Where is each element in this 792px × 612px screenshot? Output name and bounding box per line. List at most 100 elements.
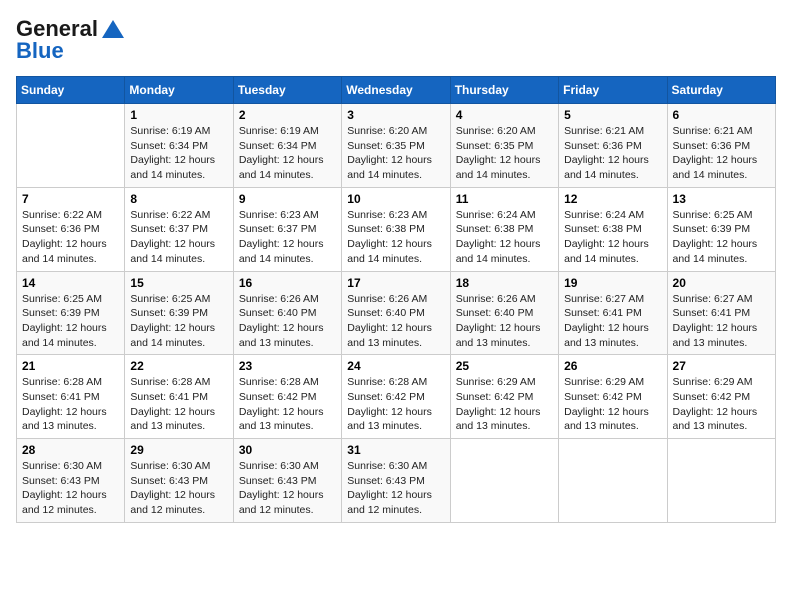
day-number: 26 xyxy=(564,359,661,373)
logo: General Blue xyxy=(16,16,124,64)
day-header-monday: Monday xyxy=(125,77,233,104)
day-number: 31 xyxy=(347,443,444,457)
day-cell: 10Sunrise: 6:23 AMSunset: 6:38 PMDayligh… xyxy=(342,187,450,271)
day-number: 22 xyxy=(130,359,227,373)
day-cell: 12 Sunrise: 6:24 AMSunset: 6:38 PMDayligh… xyxy=(559,187,667,271)
day-cell: 28 Sunrise: 6:30 AMSunset: 6:43 PMDayligh… xyxy=(17,439,125,523)
calendar-body: 1 Sunrise: 6:19 AMSunset: 6:34 PMDaylight… xyxy=(17,104,776,523)
day-number: 12 xyxy=(564,192,661,206)
day-cell: 23 Sunrise: 6:28 AMSunset: 6:42 PMDayligh… xyxy=(233,355,341,439)
day-info: Sunrise: 6:24 AMSunset: 6:38 PMDaylight:… xyxy=(456,208,553,267)
day-cell xyxy=(559,439,667,523)
day-cell: 6 Sunrise: 6:21 AMSunset: 6:36 PMDaylight… xyxy=(667,104,775,188)
day-info: Sunrise: 6:24 AMSunset: 6:38 PMDaylight:… xyxy=(564,208,661,267)
day-cell xyxy=(17,104,125,188)
day-header-sunday: Sunday xyxy=(17,77,125,104)
day-number: 19 xyxy=(564,276,661,290)
day-number: 5 xyxy=(564,108,661,122)
day-info: Sunrise: 6:19 AMSunset: 6:34 PMDaylight:… xyxy=(239,124,336,183)
day-cell: 29 Sunrise: 6:30 AMSunset: 6:43 PMDayligh… xyxy=(125,439,233,523)
day-number: 29 xyxy=(130,443,227,457)
day-number: 6 xyxy=(673,108,770,122)
day-cell: 21 Sunrise: 6:28 AMSunset: 6:41 PMDayligh… xyxy=(17,355,125,439)
day-cell: 13 Sunrise: 6:25 AMSunset: 6:39 PMDayligh… xyxy=(667,187,775,271)
day-cell: 3 Sunrise: 6:20 AMSunset: 6:35 PMDaylight… xyxy=(342,104,450,188)
week-row-1: 1 Sunrise: 6:19 AMSunset: 6:34 PMDaylight… xyxy=(17,104,776,188)
day-header-friday: Friday xyxy=(559,77,667,104)
day-info: Sunrise: 6:30 AMSunset: 6:43 PMDaylight:… xyxy=(347,459,444,518)
day-header-tuesday: Tuesday xyxy=(233,77,341,104)
day-number: 9 xyxy=(239,192,336,206)
day-number: 1 xyxy=(130,108,227,122)
day-info: Sunrise: 6:21 AMSunset: 6:36 PMDaylight:… xyxy=(673,124,770,183)
day-cell: 5 Sunrise: 6:21 AMSunset: 6:36 PMDaylight… xyxy=(559,104,667,188)
day-info: Sunrise: 6:21 AMSunset: 6:36 PMDaylight:… xyxy=(564,124,661,183)
day-info: Sunrise: 6:19 AMSunset: 6:34 PMDaylight:… xyxy=(130,124,227,183)
day-number: 13 xyxy=(673,192,770,206)
day-info: Sunrise: 6:26 AMSunset: 6:40 PMDaylight:… xyxy=(347,292,444,351)
day-number: 2 xyxy=(239,108,336,122)
day-cell: 19 Sunrise: 6:27 AMSunset: 6:41 PMDayligh… xyxy=(559,271,667,355)
day-number: 30 xyxy=(239,443,336,457)
calendar-table: SundayMondayTuesdayWednesdayThursdayFrid… xyxy=(16,76,776,523)
day-cell: 26 Sunrise: 6:29 AMSunset: 6:42 PMDayligh… xyxy=(559,355,667,439)
day-info: Sunrise: 6:20 AMSunset: 6:35 PMDaylight:… xyxy=(456,124,553,183)
day-number: 20 xyxy=(673,276,770,290)
week-row-5: 28 Sunrise: 6:30 AMSunset: 6:43 PMDayligh… xyxy=(17,439,776,523)
day-number: 14 xyxy=(22,276,119,290)
day-number: 28 xyxy=(22,443,119,457)
day-cell: 25 Sunrise: 6:29 AMSunset: 6:42 PMDayligh… xyxy=(450,355,558,439)
day-cell: 8 Sunrise: 6:22 AMSunset: 6:37 PMDaylight… xyxy=(125,187,233,271)
week-row-3: 14Sunrise: 6:25 AMSunset: 6:39 PMDayligh… xyxy=(17,271,776,355)
day-number: 16 xyxy=(239,276,336,290)
day-info: Sunrise: 6:30 AMSunset: 6:43 PMDaylight:… xyxy=(130,459,227,518)
day-cell: 9Sunrise: 6:23 AMSunset: 6:37 PMDaylight… xyxy=(233,187,341,271)
week-row-2: 7Sunrise: 6:22 AMSunset: 6:36 PMDaylight… xyxy=(17,187,776,271)
day-cell: 1 Sunrise: 6:19 AMSunset: 6:34 PMDaylight… xyxy=(125,104,233,188)
day-number: 25 xyxy=(456,359,553,373)
day-cell xyxy=(667,439,775,523)
day-info: Sunrise: 6:29 AMSunset: 6:42 PMDaylight:… xyxy=(673,375,770,434)
day-cell: 4Sunrise: 6:20 AMSunset: 6:35 PMDaylight… xyxy=(450,104,558,188)
day-cell: 24Sunrise: 6:28 AMSunset: 6:42 PMDayligh… xyxy=(342,355,450,439)
day-number: 17 xyxy=(347,276,444,290)
day-info: Sunrise: 6:28 AMSunset: 6:41 PMDaylight:… xyxy=(130,375,227,434)
day-info: Sunrise: 6:20 AMSunset: 6:35 PMDaylight:… xyxy=(347,124,444,183)
day-info: Sunrise: 6:30 AMSunset: 6:43 PMDaylight:… xyxy=(239,459,336,518)
day-number: 23 xyxy=(239,359,336,373)
day-info: Sunrise: 6:29 AMSunset: 6:42 PMDaylight:… xyxy=(564,375,661,434)
day-info: Sunrise: 6:29 AMSunset: 6:42 PMDaylight:… xyxy=(456,375,553,434)
day-number: 11 xyxy=(456,192,553,206)
day-cell: 31 Sunrise: 6:30 AMSunset: 6:43 PMDayligh… xyxy=(342,439,450,523)
day-header-thursday: Thursday xyxy=(450,77,558,104)
day-number: 8 xyxy=(130,192,227,206)
day-info: Sunrise: 6:26 AMSunset: 6:40 PMDaylight:… xyxy=(239,292,336,351)
day-cell: 16 Sunrise: 6:26 AMSunset: 6:40 PMDayligh… xyxy=(233,271,341,355)
day-cell xyxy=(450,439,558,523)
day-info: Sunrise: 6:23 AMSunset: 6:38 PMDaylight:… xyxy=(347,208,444,267)
calendar-header: SundayMondayTuesdayWednesdayThursdayFrid… xyxy=(17,77,776,104)
day-cell: 27Sunrise: 6:29 AMSunset: 6:42 PMDayligh… xyxy=(667,355,775,439)
day-info: Sunrise: 6:25 AMSunset: 6:39 PMDaylight:… xyxy=(673,208,770,267)
week-row-4: 21 Sunrise: 6:28 AMSunset: 6:41 PMDayligh… xyxy=(17,355,776,439)
day-number: 7 xyxy=(22,192,119,206)
day-number: 3 xyxy=(347,108,444,122)
day-info: Sunrise: 6:26 AMSunset: 6:40 PMDaylight:… xyxy=(456,292,553,351)
day-cell: 18 Sunrise: 6:26 AMSunset: 6:40 PMDayligh… xyxy=(450,271,558,355)
day-cell: 30 Sunrise: 6:30 AMSunset: 6:43 PMDayligh… xyxy=(233,439,341,523)
day-info: Sunrise: 6:28 AMSunset: 6:42 PMDaylight:… xyxy=(239,375,336,434)
day-info: Sunrise: 6:28 AMSunset: 6:42 PMDaylight:… xyxy=(347,375,444,434)
day-info: Sunrise: 6:22 AMSunset: 6:37 PMDaylight:… xyxy=(130,208,227,267)
day-header-row: SundayMondayTuesdayWednesdayThursdayFrid… xyxy=(17,77,776,104)
day-info: Sunrise: 6:30 AMSunset: 6:43 PMDaylight:… xyxy=(22,459,119,518)
day-info: Sunrise: 6:27 AMSunset: 6:41 PMDaylight:… xyxy=(564,292,661,351)
day-info: Sunrise: 6:27 AMSunset: 6:41 PMDaylight:… xyxy=(673,292,770,351)
logo-blue: Blue xyxy=(16,38,64,64)
page-header: General Blue xyxy=(16,16,776,64)
day-cell: 15Sunrise: 6:25 AMSunset: 6:39 PMDayligh… xyxy=(125,271,233,355)
day-cell: 7Sunrise: 6:22 AMSunset: 6:36 PMDaylight… xyxy=(17,187,125,271)
day-number: 21 xyxy=(22,359,119,373)
day-info: Sunrise: 6:28 AMSunset: 6:41 PMDaylight:… xyxy=(22,375,119,434)
day-number: 18 xyxy=(456,276,553,290)
day-number: 15 xyxy=(130,276,227,290)
